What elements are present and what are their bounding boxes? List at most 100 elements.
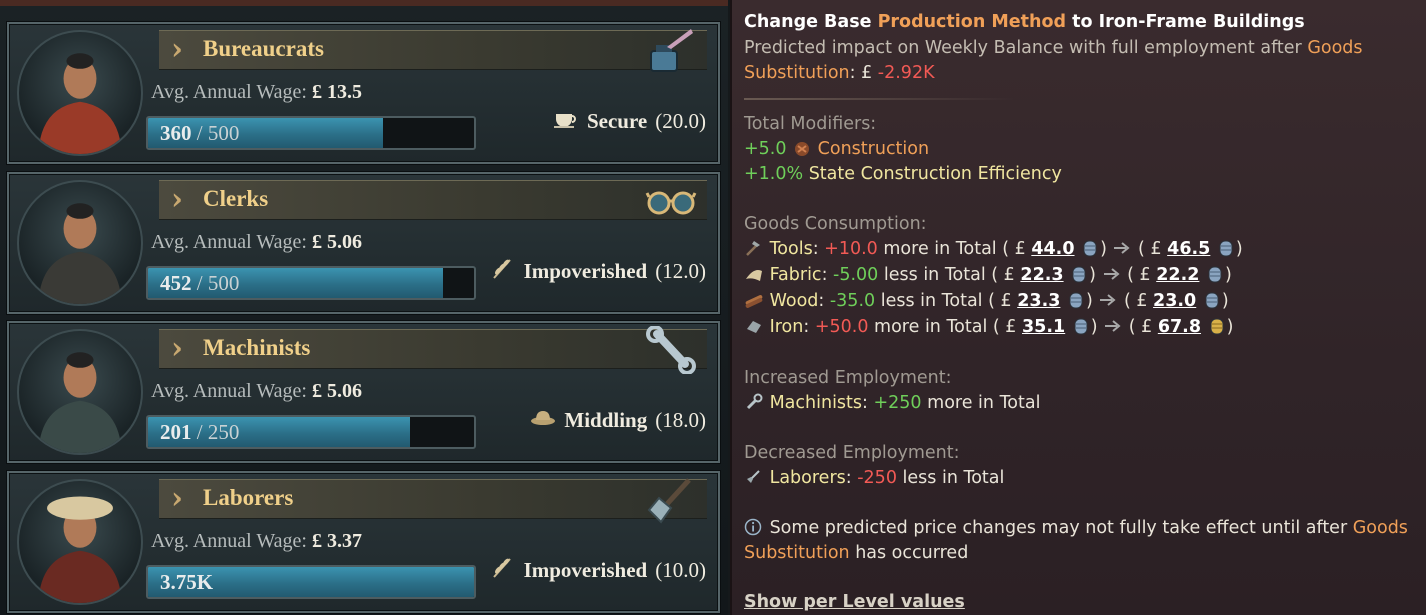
sol-status: Middling [564, 407, 648, 432]
info-icon [744, 518, 762, 536]
production-method-tooltip: Change Base Production Method to Iron-Fr… [730, 0, 1426, 615]
price-to: 22.2 [1156, 265, 1200, 285]
pop-header[interactable]: › Bureaucrats [159, 29, 707, 72]
pop-header[interactable]: › Laborers [159, 478, 707, 524]
pops-panel: › Bureaucrats Avg. Annual Wage: £ 13.5 360 … [0, 0, 728, 615]
gold-coins-icon [1210, 318, 1224, 335]
goods-row-iron: Iron: +50.0 more in Total ( £ 35.1 ) ( £… [744, 316, 1233, 337]
price-to: 67.8 [1157, 317, 1202, 337]
tooltip-title: Change Base Production Method to Iron-Fr… [744, 12, 1305, 32]
inkwell-icon [645, 27, 697, 75]
chevron-right-icon[interactable]: › [171, 484, 193, 514]
chevron-right-icon[interactable]: › [171, 334, 193, 364]
silver-coins-icon [1069, 292, 1083, 309]
chevron-right-icon[interactable]: › [171, 35, 193, 65]
standard-of-living[interactable]: Secure (20.0) [553, 106, 706, 136]
price-to: 46.5 [1167, 239, 1211, 259]
modifier-construction: +5.0 Construction [744, 139, 930, 159]
production-method-link: Production Method [877, 12, 1067, 32]
silver-coins-icon [1219, 240, 1233, 257]
impact-line: Predicted impact on Weekly Balance with … [744, 38, 1363, 58]
employment-text: 452 / 500 [160, 271, 240, 295]
clerk-portrait[interactable] [17, 180, 143, 306]
employment-text: 360 / 500 [160, 121, 240, 145]
goods-row-tools: Tools: +10.0 more in Total ( £ 44.0 ) ( … [744, 238, 1243, 259]
fabric-icon [746, 270, 762, 281]
modifier-efficiency: +1.0% State Construction Efficiency [744, 164, 1062, 184]
sol-value: (20.0) [655, 108, 706, 133]
pop-card-clerks[interactable]: › Clerks Avg. Annual Wage: £ 5.06 452 / 500… [7, 172, 720, 314]
sol-status: Impoverished [523, 557, 648, 582]
employment-bar[interactable]: 360 / 500 [146, 116, 476, 150]
price-note-2: Substitution has occurred [744, 543, 969, 563]
pop-name: Clerks [203, 186, 269, 211]
pop-card-laborers[interactable]: › Laborers Avg. Annual Wage: £ 3.37 3.75K I… [7, 471, 720, 613]
pop-card-bureaucrats[interactable]: › Bureaucrats Avg. Annual Wage: £ 13.5 360 … [7, 22, 720, 164]
pop-header[interactable]: › Clerks [159, 180, 707, 220]
avg-wage: Avg. Annual Wage: £ 3.37 [151, 530, 362, 552]
goods-header: Goods Consumption: [744, 214, 927, 234]
pop-name: Laborers [203, 485, 294, 510]
pop-name: Bureaucrats [203, 36, 324, 61]
sol-value: (12.0) [655, 258, 706, 283]
sol-value: (18.0) [655, 407, 706, 432]
goods-row-wood: Wood: -35.0 less in Total ( £ 23.3 ) ( £… [744, 290, 1229, 311]
price-from: 23.3 [1017, 291, 1061, 311]
standard-of-living[interactable]: Impoverished (12.0) [490, 256, 706, 286]
construction-icon [795, 142, 810, 156]
wage-value: £ 3.37 [311, 530, 362, 552]
arrow-right-icon [1105, 320, 1121, 332]
impact-value: -2.92K [877, 63, 935, 83]
price-from: 44.0 [1031, 239, 1075, 259]
wrench-icon [746, 393, 763, 410]
sol-value: (10.0) [655, 557, 706, 582]
wood-icon [745, 295, 763, 308]
machinist-portrait[interactable] [17, 329, 143, 455]
price-from: 35.1 [1022, 317, 1066, 337]
tools-icon [746, 241, 760, 256]
standard-of-living[interactable]: Impoverished (10.0) [490, 555, 706, 585]
employment-bar[interactable]: 452 / 500 [146, 266, 476, 300]
goods-row-fabric: Fabric: -5.00 less in Total ( £ 22.3 ) (… [744, 264, 1232, 285]
avg-wage: Avg. Annual Wage: £ 13.5 [151, 81, 362, 103]
increased-employment-header: Increased Employment: [744, 368, 952, 388]
spectacles-icon [645, 177, 697, 225]
arrow-right-icon [1114, 242, 1131, 254]
silver-coins-icon [1072, 266, 1086, 283]
arrow-right-icon [1100, 294, 1116, 306]
silver-coins-icon [1074, 318, 1088, 335]
standard-of-living[interactable]: Middling (18.0) [530, 405, 706, 435]
silver-coins-icon [1205, 292, 1219, 309]
silver-coins-icon [1083, 240, 1097, 257]
price-note: Some predicted price changes may not ful… [744, 518, 1408, 538]
decreased-employment-row: Laborers: -250 less in Total [744, 468, 1004, 488]
shovel-icon [645, 476, 697, 524]
pop-name: Machinists [203, 335, 311, 360]
iron-icon [747, 321, 761, 333]
show-per-level-link[interactable]: Show per Level values [744, 592, 965, 612]
sol-status: Impoverished [523, 258, 648, 283]
wrench-icon [645, 325, 697, 375]
silver-coins-icon [1208, 266, 1222, 283]
price-from: 22.3 [1020, 265, 1064, 285]
laborer-portrait[interactable] [17, 479, 143, 605]
employment-text: 201 / 250 [160, 420, 240, 444]
sol-status: Secure [586, 108, 648, 133]
wage-value: £ 13.5 [311, 81, 362, 103]
decreased-employment-header: Decreased Employment: [744, 443, 960, 463]
employment-bar[interactable]: 3.75K [146, 565, 476, 599]
pop-card-machinists[interactable]: › Machinists Avg. Annual Wage: £ 5.06 201 /… [7, 321, 720, 463]
shovel-icon [747, 470, 760, 483]
employment-bar[interactable]: 201 / 250 [146, 415, 476, 449]
chevron-right-icon[interactable]: › [171, 185, 193, 215]
price-to: 23.0 [1153, 291, 1197, 311]
employment-text: 3.75K [160, 570, 214, 594]
bureaucrat-portrait[interactable] [17, 30, 143, 156]
modifiers-header: Total Modifiers: [744, 114, 877, 134]
teacup-icon [553, 106, 579, 136]
avg-wage: Avg. Annual Wage: £ 5.06 [151, 231, 362, 253]
avg-wage: Avg. Annual Wage: £ 5.06 [151, 380, 362, 402]
increased-employment-row: Machinists: +250 more in Total [744, 393, 1040, 413]
separator [744, 98, 1014, 100]
pop-header[interactable]: › Machinists [159, 325, 707, 375]
